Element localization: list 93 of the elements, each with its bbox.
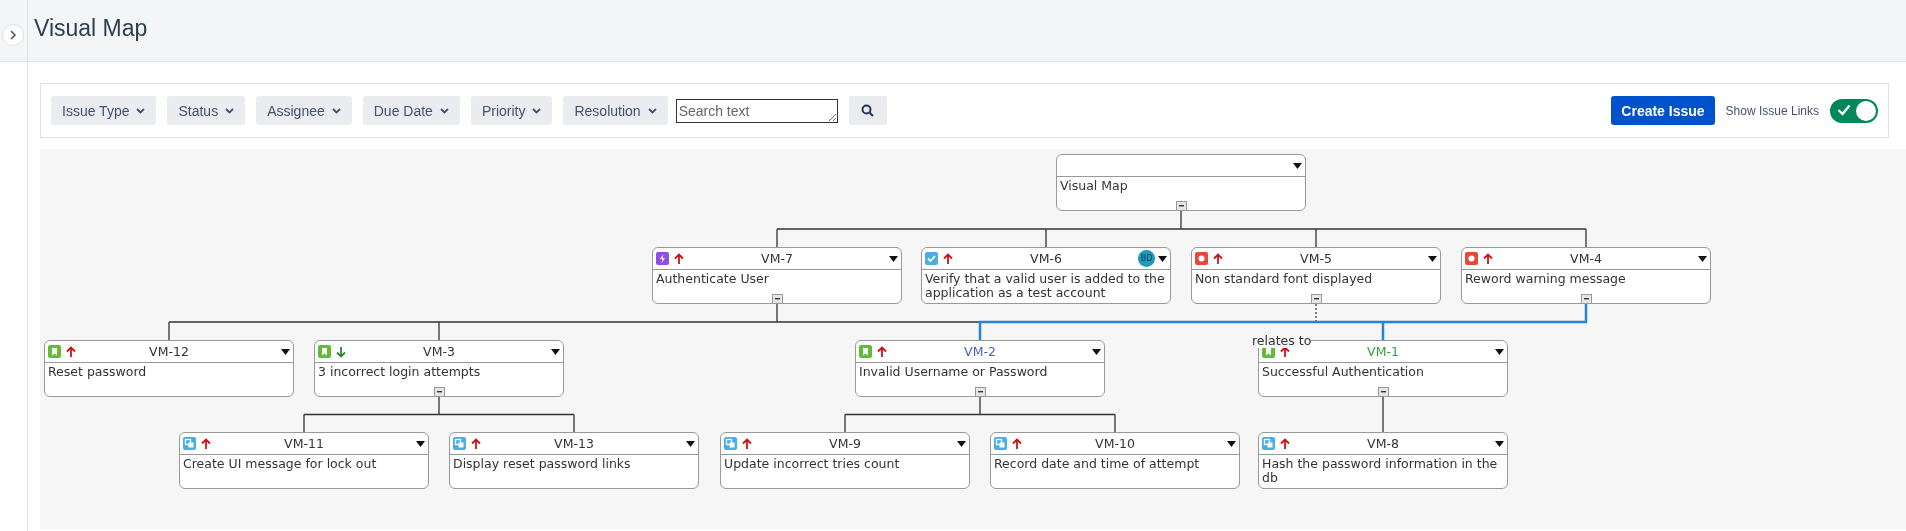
caret-icon[interactable]	[1158, 255, 1167, 262]
issue-card[interactable]: VM-7 Authenticate User	[652, 247, 902, 304]
issue-card[interactable]: VM-12 Reset password	[44, 340, 294, 397]
chevron-down-icon	[331, 107, 341, 114]
toggle-label: Show Issue Links	[1725, 103, 1819, 118]
collapse-button[interactable]	[975, 387, 986, 397]
issue-summary: Visual Map	[1059, 177, 1129, 193]
issue-summary: 3 incorrect login attempts	[317, 363, 482, 379]
caret-icon[interactable]	[1495, 348, 1504, 355]
filter-dropdown[interactable]: Due Date	[362, 96, 460, 125]
connector-line	[1382, 396, 1384, 433]
filter-dropdown[interactable]: Resolution	[563, 96, 668, 125]
issue-summary: Display reset password links	[452, 455, 632, 471]
minus-icon	[1179, 205, 1184, 207]
issue-card[interactable]: VM-3 3 incorrect login attempts	[314, 340, 564, 397]
issue-card[interactable]: VM-11 Create UI message for lock out	[179, 432, 429, 489]
caret-icon[interactable]	[1293, 162, 1302, 169]
issue-key[interactable]: VM-2	[964, 344, 996, 359]
chevron-down-icon	[136, 107, 146, 114]
filter-dropdown[interactable]: Assignee	[256, 96, 352, 125]
issue-summary: Record date and time of attempt	[993, 455, 1201, 471]
issue-card[interactable]: VM-6 BD Verify that a valid user is added to the application as a test account	[921, 247, 1171, 304]
issue-key[interactable]: VM-9	[829, 436, 861, 451]
issue-summary: Reset password	[47, 363, 148, 379]
issue-card[interactable]: VM-10 Record date and time of attempt	[990, 432, 1240, 489]
caret-icon[interactable]	[686, 440, 695, 447]
collapse-button[interactable]	[1311, 294, 1322, 304]
issue-key[interactable]: VM-4	[1570, 251, 1602, 266]
issue-card[interactable]: VM-9 Update incorrect tries count	[720, 432, 970, 489]
issue-key[interactable]: VM-6	[1030, 251, 1062, 266]
link-label: relates to	[1252, 333, 1312, 348]
issue-summary: Authenticate User	[655, 270, 770, 286]
issue-key[interactable]: VM-13	[554, 436, 594, 451]
chevron-down-icon	[647, 107, 657, 114]
search-field[interactable]: Search text	[675, 98, 838, 123]
caret-icon[interactable]	[551, 348, 560, 355]
chevron-down-icon	[225, 107, 235, 114]
issue-summary: Create UI message for lock out	[182, 455, 378, 471]
issue-card[interactable]: Visual Map	[1056, 154, 1306, 211]
issue-summary: Non standard font displayed	[1194, 270, 1374, 286]
collapse-button[interactable]	[772, 294, 783, 304]
issue-summary: Update incorrect tries count	[723, 455, 901, 471]
issue-key[interactable]: VM-11	[284, 436, 324, 451]
issue-key[interactable]: VM-8	[1367, 436, 1399, 451]
minus-icon	[978, 391, 983, 393]
caret-icon[interactable]	[1495, 440, 1504, 447]
issue-key[interactable]: VM-12	[149, 344, 189, 359]
filter-dropdown[interactable]: Issue Type	[51, 96, 157, 125]
caret-icon[interactable]	[1092, 348, 1101, 355]
sidebar-expand-button[interactable]	[2, 24, 24, 46]
caret-icon[interactable]	[1227, 440, 1236, 447]
caret-icon[interactable]	[957, 440, 966, 447]
filter-dropdown[interactable]: Status	[167, 96, 246, 125]
minus-icon	[775, 298, 780, 300]
minus-icon	[1314, 298, 1319, 300]
search-icon	[861, 104, 875, 117]
issue-summary: Invalid Username or Password	[858, 363, 1049, 379]
issue-key[interactable]: VM-1	[1367, 344, 1399, 359]
chevron-right-icon	[9, 30, 17, 40]
chevron-down-icon	[439, 107, 449, 114]
collapse-button[interactable]	[1176, 201, 1187, 211]
chevron-down-icon	[532, 107, 542, 114]
issue-key[interactable]: VM-10	[1095, 436, 1135, 451]
collapse-button[interactable]	[434, 387, 445, 397]
issue-key[interactable]: VM-3	[423, 344, 455, 359]
minus-icon	[1584, 298, 1589, 300]
issue-key[interactable]: VM-5	[1300, 251, 1332, 266]
filter-dropdown[interactable]: Priority	[470, 96, 553, 125]
caret-icon[interactable]	[889, 255, 898, 262]
issue-summary: Verify that a valid user is added to the application as a test account	[924, 270, 1166, 300]
toggle-switch[interactable]	[1830, 98, 1878, 123]
create-issue-button[interactable]: Create Issue	[1611, 96, 1715, 125]
collapse-button[interactable]	[1581, 294, 1592, 304]
issue-card[interactable]: VM-4 Reword warning message	[1461, 247, 1711, 304]
page-title: Visual Map	[34, 14, 148, 42]
caret-icon[interactable]	[1428, 255, 1437, 262]
avatar: BD	[1138, 250, 1155, 267]
issue-card[interactable]: VM-5 Non standard font displayed	[1191, 247, 1441, 304]
search-button[interactable]	[848, 96, 887, 125]
caret-icon[interactable]	[416, 440, 425, 447]
caret-icon[interactable]	[281, 348, 290, 355]
collapse-button[interactable]	[1378, 387, 1389, 397]
checkmark-icon	[1837, 103, 1851, 116]
issue-summary: Hash the password information in the db	[1261, 455, 1499, 485]
issue-card[interactable]: VM-13 Display reset password links	[449, 432, 699, 489]
issue-summary: Reword warning message	[1464, 270, 1627, 286]
issue-summary: Successful Authentication	[1261, 363, 1425, 379]
caret-icon[interactable]	[1698, 255, 1707, 262]
minus-icon	[437, 391, 442, 393]
issue-key[interactable]: VM-7	[761, 251, 793, 266]
issue-card[interactable]: VM-2 Invalid Username or Password	[855, 340, 1105, 397]
issue-card[interactable]: VM-8 Hash the password information in the db	[1258, 432, 1508, 489]
minus-icon	[1381, 391, 1386, 393]
